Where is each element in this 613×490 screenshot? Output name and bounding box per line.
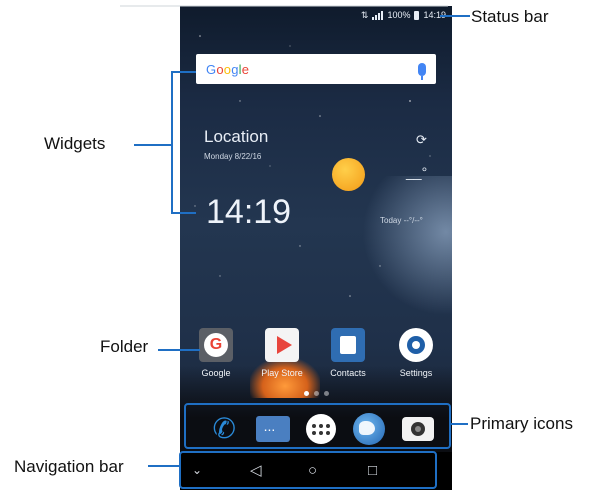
navigation-bar-callout: Navigation bar xyxy=(14,457,124,476)
app-label: Play Store xyxy=(261,368,303,378)
app-google-folder[interactable]: G Google xyxy=(186,328,246,378)
status-bar: ⇅ 100% 14:19 xyxy=(180,6,452,24)
app-label: Contacts xyxy=(330,368,366,378)
phone-screen: ⇅ 100% 14:19 Google Location Monday 8/22… xyxy=(180,6,452,490)
widget-temperature: __° xyxy=(406,164,428,180)
browser-icon[interactable] xyxy=(351,411,387,447)
app-settings[interactable]: Settings xyxy=(386,328,446,378)
navigation-bar: ⌄ ◁ ○ □ xyxy=(180,452,452,490)
page-dot xyxy=(313,391,319,396)
settings-icon xyxy=(399,328,433,362)
battery-percent: 100% xyxy=(387,10,411,20)
mic-icon[interactable] xyxy=(418,62,426,80)
app-label: Settings xyxy=(399,368,433,378)
google-search-brand: Google xyxy=(206,61,250,77)
phone-icon[interactable]: ✆ xyxy=(206,411,242,447)
widget-clock[interactable]: 14:19 xyxy=(206,193,291,232)
battery-icon xyxy=(414,10,420,20)
recents-icon[interactable]: □ xyxy=(368,463,377,478)
page-dot xyxy=(323,391,329,396)
page-indicator xyxy=(180,391,452,396)
hide-chevron-icon[interactable]: ⌄ xyxy=(192,464,202,476)
camera-icon[interactable] xyxy=(400,411,436,447)
google-folder-icon: G xyxy=(199,328,233,362)
home-icon[interactable]: ○ xyxy=(308,463,317,478)
signal-icon xyxy=(372,10,384,20)
messaging-icon[interactable] xyxy=(255,411,291,447)
widgets-callout: Widgets xyxy=(44,134,106,153)
app-play-store[interactable]: Play Store xyxy=(252,328,312,378)
status-bar-callout: Status bar xyxy=(471,7,549,26)
widget-forecast: Today --°/--° xyxy=(380,216,423,225)
sun-icon xyxy=(332,158,365,191)
widget-location[interactable]: Location xyxy=(204,127,268,147)
light-beam xyxy=(362,176,452,316)
contacts-icon xyxy=(331,328,365,362)
app-drawer-icon[interactable] xyxy=(303,411,339,447)
folder-callout: Folder xyxy=(100,337,149,356)
primary-icons-callout: Primary icons xyxy=(470,414,573,433)
diagram-stage: ⇅ 100% 14:19 Google Location Monday 8/22… xyxy=(0,0,613,490)
refresh-icon[interactable]: ⟳ xyxy=(416,132,427,148)
widget-date: Monday 8/22/16 xyxy=(204,152,262,161)
status-time: 14:19 xyxy=(423,10,446,20)
play-store-icon xyxy=(265,328,299,362)
app-label: Google xyxy=(201,368,231,378)
nfc-icon: ⇅ xyxy=(360,9,369,20)
primary-icons-dock: ✆ xyxy=(200,408,442,450)
google-search-bar[interactable]: Google xyxy=(196,54,436,84)
back-icon[interactable]: ◁ xyxy=(250,463,262,478)
app-contacts[interactable]: Contacts xyxy=(318,328,378,378)
page-dot xyxy=(303,391,309,396)
